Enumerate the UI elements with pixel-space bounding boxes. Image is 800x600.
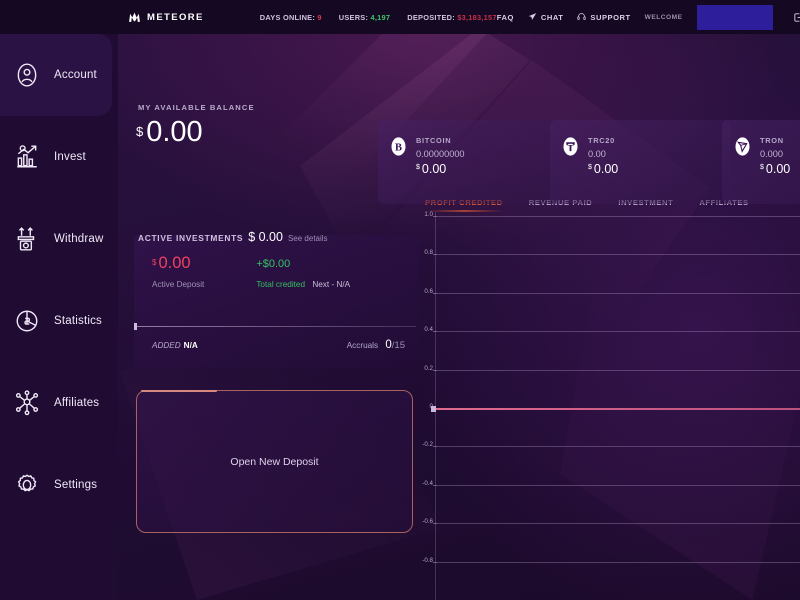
sidebar-item-account[interactable]: Account xyxy=(0,34,112,116)
username-field[interactable] xyxy=(696,4,773,30)
coin-card-trc20[interactable]: TRC20 0.00 $ 0.00 xyxy=(550,120,730,204)
available-balance-value: $ 0.00 xyxy=(136,118,203,147)
stat-deposited-label: DEPOSITED: xyxy=(407,12,455,22)
stat-users-label: USERS: xyxy=(338,12,369,22)
coin-card-trc20-name: TRC20 xyxy=(588,136,615,145)
user-circle-icon xyxy=(14,62,40,88)
active-investments-label: ACTIVE INVESTMENTS xyxy=(138,233,244,243)
app-root: METEORE DAYS ONLINE: 9 USERS: 4,197 DEPO… xyxy=(0,0,800,600)
active-investments-amount: $ 0.00 xyxy=(248,230,283,244)
paper-plane-icon xyxy=(528,12,537,23)
sidebar-item-invest-label: Invest xyxy=(54,151,86,163)
sidebar-item-statistics-label: Statistics xyxy=(54,315,103,327)
bitcoin-icon: B xyxy=(390,136,407,204)
brand-logo[interactable]: METEORE xyxy=(128,11,204,24)
sidebar-navigation: Account Invest Withdraw Statistics Affil… xyxy=(0,34,118,600)
header-right-nav: FAQ CHAT SUPPORT WELCOME xyxy=(497,4,800,30)
logout-icon[interactable] xyxy=(787,12,800,23)
coin-card-trc20-usd-value: 0.00 xyxy=(593,162,619,176)
stat-deposited-value: $3,183,157 xyxy=(457,12,497,22)
main-content: MY AVAILABLE BALANCE $ 0.00 B BITCOIN 0.… xyxy=(118,34,800,600)
stat-days-online: DAYS ONLINE: 9 xyxy=(260,13,322,22)
coin-card-bitcoin-name: BITCOIN xyxy=(416,136,452,145)
available-balance-amount: 0.00 xyxy=(146,116,203,148)
headset-icon xyxy=(577,12,587,23)
welcome-label: WELCOME xyxy=(644,13,683,21)
stat-days-online-value: 9 xyxy=(317,12,322,22)
see-details-link[interactable]: See details xyxy=(288,234,328,243)
sidebar-item-affiliates[interactable]: Affiliates xyxy=(0,362,118,444)
sidebar-item-statistics[interactable]: Statistics xyxy=(0,280,118,362)
coin-card-tron-usd-value: 0.00 xyxy=(765,162,791,176)
nav-chat[interactable]: CHAT xyxy=(528,12,564,23)
nav-faq-label: FAQ xyxy=(496,12,514,22)
top-navigation-bar: METEORE DAYS ONLINE: 9 USERS: 4,197 DEPO… xyxy=(0,0,800,34)
sidebar-item-withdraw[interactable]: Withdraw xyxy=(0,198,118,280)
sidebar-item-settings[interactable]: Settings xyxy=(0,444,118,526)
coin-card-bitcoin[interactable]: B BITCOIN 0.00000000 $ 0.00 xyxy=(378,120,558,204)
nav-chat-label: CHAT xyxy=(540,12,564,22)
coin-card-bitcoin-currency: $ xyxy=(416,164,420,171)
withdraw-arrows-icon xyxy=(14,226,40,252)
coin-card-tron-currency: $ xyxy=(760,164,764,171)
coin-card-trc20-qty: 0.00 xyxy=(588,149,606,159)
available-balance-label: MY AVAILABLE BALANCE xyxy=(138,103,255,112)
pie-dollar-icon xyxy=(14,308,40,334)
tether-icon xyxy=(562,136,579,204)
nav-faq[interactable]: FAQ xyxy=(497,13,514,22)
coin-card-tron[interactable]: TRON 0.000 $ 0.00 xyxy=(722,120,800,204)
brand-logo-text: METEORE xyxy=(147,11,204,23)
gear-icon xyxy=(14,472,40,498)
coin-card-tron-qty: 0.000 xyxy=(760,149,783,159)
header-stats: DAYS ONLINE: 9 USERS: 4,197 DEPOSITED: $… xyxy=(260,13,497,22)
sidebar-item-withdraw-label: Withdraw xyxy=(54,233,104,245)
coin-card-trc20-currency: $ xyxy=(588,164,592,171)
nav-support[interactable]: SUPPORT xyxy=(577,12,630,23)
coin-card-bitcoin-usd-value: 0.00 xyxy=(421,162,447,176)
svg-text:B: B xyxy=(395,143,402,154)
coin-card-trc20-usd: $ 0.00 xyxy=(588,162,618,176)
network-users-icon xyxy=(14,390,40,416)
sidebar-item-settings-label: Settings xyxy=(54,479,98,491)
sidebar-item-account-label: Account xyxy=(54,69,97,81)
available-balance-currency: $ xyxy=(136,124,144,139)
stat-users-value: 4,197 xyxy=(370,12,391,22)
nav-support-label: SUPPORT xyxy=(590,12,631,22)
sidebar-item-invest[interactable]: Invest xyxy=(0,116,118,198)
coin-card-bitcoin-qty: 0.00000000 xyxy=(416,149,465,159)
coin-card-tron-name: TRON xyxy=(760,136,784,145)
sidebar-item-affiliates-label: Affiliates xyxy=(54,397,100,409)
active-investments-row: ACTIVE INVESTMENTS $ 0.00 See details xyxy=(138,230,328,244)
meteore-m-logo-icon xyxy=(128,11,141,24)
tron-icon xyxy=(734,136,751,204)
stat-days-online-label: DAYS ONLINE: xyxy=(259,12,316,22)
stat-deposited: DEPOSITED: $3,183,157 xyxy=(407,13,496,22)
coin-card-tron-usd: $ 0.00 xyxy=(760,162,790,176)
coin-card-bitcoin-usd: $ 0.00 xyxy=(416,162,465,176)
stat-users: USERS: 4,197 xyxy=(339,13,391,22)
chart-growth-icon xyxy=(14,144,40,170)
